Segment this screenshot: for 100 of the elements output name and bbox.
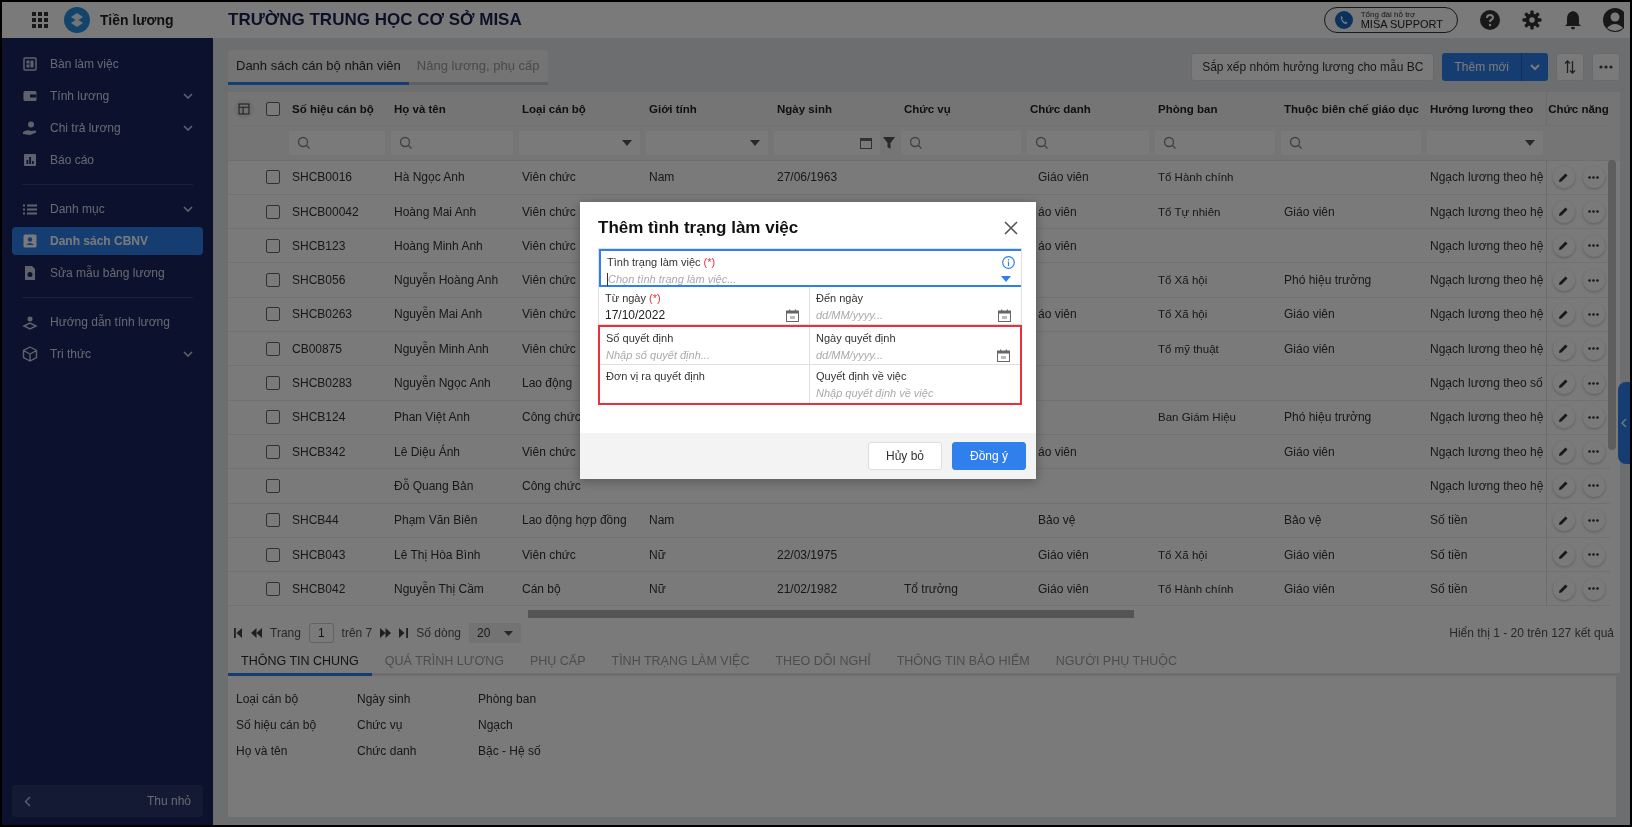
checkbox[interactable] [266, 410, 280, 425]
app-name: Tiền lương [100, 12, 175, 28]
more-button[interactable] [1582, 337, 1605, 360]
cancel-button[interactable]: Hủy bỏ [868, 442, 942, 470]
more-button[interactable] [1582, 269, 1605, 292]
horizontal-scrollbar[interactable] [528, 610, 1134, 619]
input-field[interactable]: Nhập số quyết định... [606, 346, 803, 364]
table-cell: áo viên [1038, 204, 1077, 219]
filter-field[interactable] [1281, 130, 1421, 155]
edit-button[interactable] [1552, 303, 1575, 326]
edit-button[interactable] [1552, 372, 1575, 394]
more-button[interactable] [1582, 440, 1605, 463]
date-field[interactable]: 17/10/2022 [605, 306, 803, 324]
date-field[interactable]: dd/MM/yyyy... [816, 346, 1014, 364]
sidebar-item[interactable]: Hướng dẫn tính lương [12, 308, 203, 336]
rows-per-page-dropdown[interactable]: 20 [469, 623, 522, 644]
more-button[interactable] [1582, 303, 1605, 326]
previous-page-icon[interactable] [251, 628, 262, 639]
sidebar-item[interactable]: Bàn làm việc [12, 50, 203, 78]
edit-button[interactable] [1552, 200, 1575, 223]
date-field[interactable]: dd/MM/yyyy... [816, 306, 1015, 324]
table-cell: Ngạch lương theo hệ [1430, 478, 1544, 493]
apps-grid-icon[interactable] [32, 12, 48, 28]
more-button[interactable] [1582, 234, 1605, 257]
checkbox[interactable] [266, 101, 280, 116]
more-button[interactable] [1582, 577, 1605, 600]
checkbox[interactable] [266, 273, 280, 288]
more-button[interactable] [1582, 543, 1605, 566]
edit-button[interactable] [1552, 440, 1575, 463]
confirm-button[interactable]: Đồng ý [952, 442, 1026, 470]
more-dots-icon [1588, 484, 1599, 488]
next-page-icon[interactable] [380, 628, 392, 639]
close-button[interactable] [1002, 219, 1020, 237]
sidebar-item[interactable]: Báo cáo [12, 146, 203, 174]
more-button[interactable] [1582, 200, 1605, 223]
tab[interactable]: Danh sách cán bộ nhân viên [228, 49, 409, 85]
first-page-icon[interactable] [234, 628, 243, 639]
pencil-icon [1558, 308, 1569, 320]
checkbox[interactable] [266, 170, 280, 185]
sidebar-item[interactable]: Tính lương [12, 82, 203, 110]
checkbox[interactable] [266, 238, 280, 253]
filter-icon[interactable] [883, 136, 895, 149]
table-cell: SHCB44 [292, 513, 339, 528]
checkbox[interactable] [266, 513, 280, 528]
table-cell: Tổ Hành chính [1158, 171, 1234, 184]
input-field[interactable]: Nhập quyết định về việc [816, 384, 1014, 402]
more-button[interactable] [1582, 509, 1605, 532]
collapse-button[interactable]: Thu nhỏ [12, 785, 203, 817]
checkbox[interactable] [266, 307, 280, 322]
checkbox[interactable] [266, 341, 280, 356]
sidebar-item[interactable]: Danh mục [12, 195, 203, 223]
settings-icon[interactable] [1522, 10, 1542, 30]
checkbox[interactable] [266, 581, 280, 596]
field-label: Ngày quyết định [816, 332, 896, 344]
edit-button[interactable] [1552, 337, 1575, 360]
checkbox[interactable] [266, 444, 280, 459]
page-number-field[interactable]: 1 [308, 623, 334, 644]
more-button[interactable] [1582, 372, 1605, 394]
table-cell: SHCB123 [292, 238, 346, 253]
more-button[interactable] [1582, 474, 1605, 497]
filter-field[interactable] [391, 130, 513, 155]
filter-field[interactable] [1155, 130, 1275, 155]
checkbox[interactable] [266, 204, 280, 219]
checkbox[interactable] [266, 547, 280, 562]
column-layout-icon[interactable] [234, 97, 254, 120]
more-button[interactable] [1592, 53, 1620, 81]
column-header: Thuộc biên chế giáo dục [1278, 92, 1424, 127]
more-dots-icon [1588, 553, 1599, 556]
last-page-icon[interactable] [399, 628, 409, 639]
table-cell: CB00875 [292, 341, 343, 356]
panel-toggle[interactable] [1618, 382, 1630, 464]
sort-group-button[interactable]: Sắp xếp nhóm hưởng lương cho mẫu BC [1191, 53, 1435, 81]
edit-button[interactable] [1552, 269, 1575, 292]
more-button[interactable] [1582, 406, 1605, 429]
filter-field[interactable] [1027, 130, 1149, 155]
vertical-scrollbar[interactable] [1608, 160, 1616, 450]
sidebar-item[interactable]: Sửa mẫu bảng lương [12, 259, 203, 287]
sort-button[interactable] [1556, 53, 1584, 81]
filter-field[interactable] [289, 130, 385, 155]
edit-button[interactable] [1552, 234, 1575, 257]
edit-button[interactable] [1552, 577, 1575, 600]
checkbox[interactable] [266, 376, 280, 390]
more-button[interactable] [1582, 166, 1605, 189]
avatar-icon[interactable] [1602, 7, 1624, 33]
edit-button[interactable] [1552, 509, 1575, 532]
edit-button[interactable] [1552, 474, 1575, 497]
checkbox[interactable] [266, 478, 280, 493]
edit-button[interactable] [1552, 166, 1575, 189]
sidebar-item[interactable]: Tri thức [12, 340, 203, 368]
edit-button[interactable] [1552, 406, 1575, 429]
add-new-button[interactable]: Thêm mới [1442, 53, 1521, 81]
filter-field[interactable] [901, 130, 1021, 155]
sidebar-item[interactable]: Chi trả lương [12, 114, 203, 142]
dropdown-field[interactable]: Chọn tình trạng làm việc... [607, 270, 1015, 288]
edit-button[interactable] [1552, 543, 1575, 566]
date-filter-field[interactable] [774, 130, 880, 155]
bell-icon[interactable] [1564, 10, 1582, 30]
help-icon[interactable] [1480, 10, 1500, 30]
sidebar-item[interactable]: Danh sách CBNV [12, 227, 203, 255]
dropdown-button[interactable] [1521, 53, 1548, 81]
